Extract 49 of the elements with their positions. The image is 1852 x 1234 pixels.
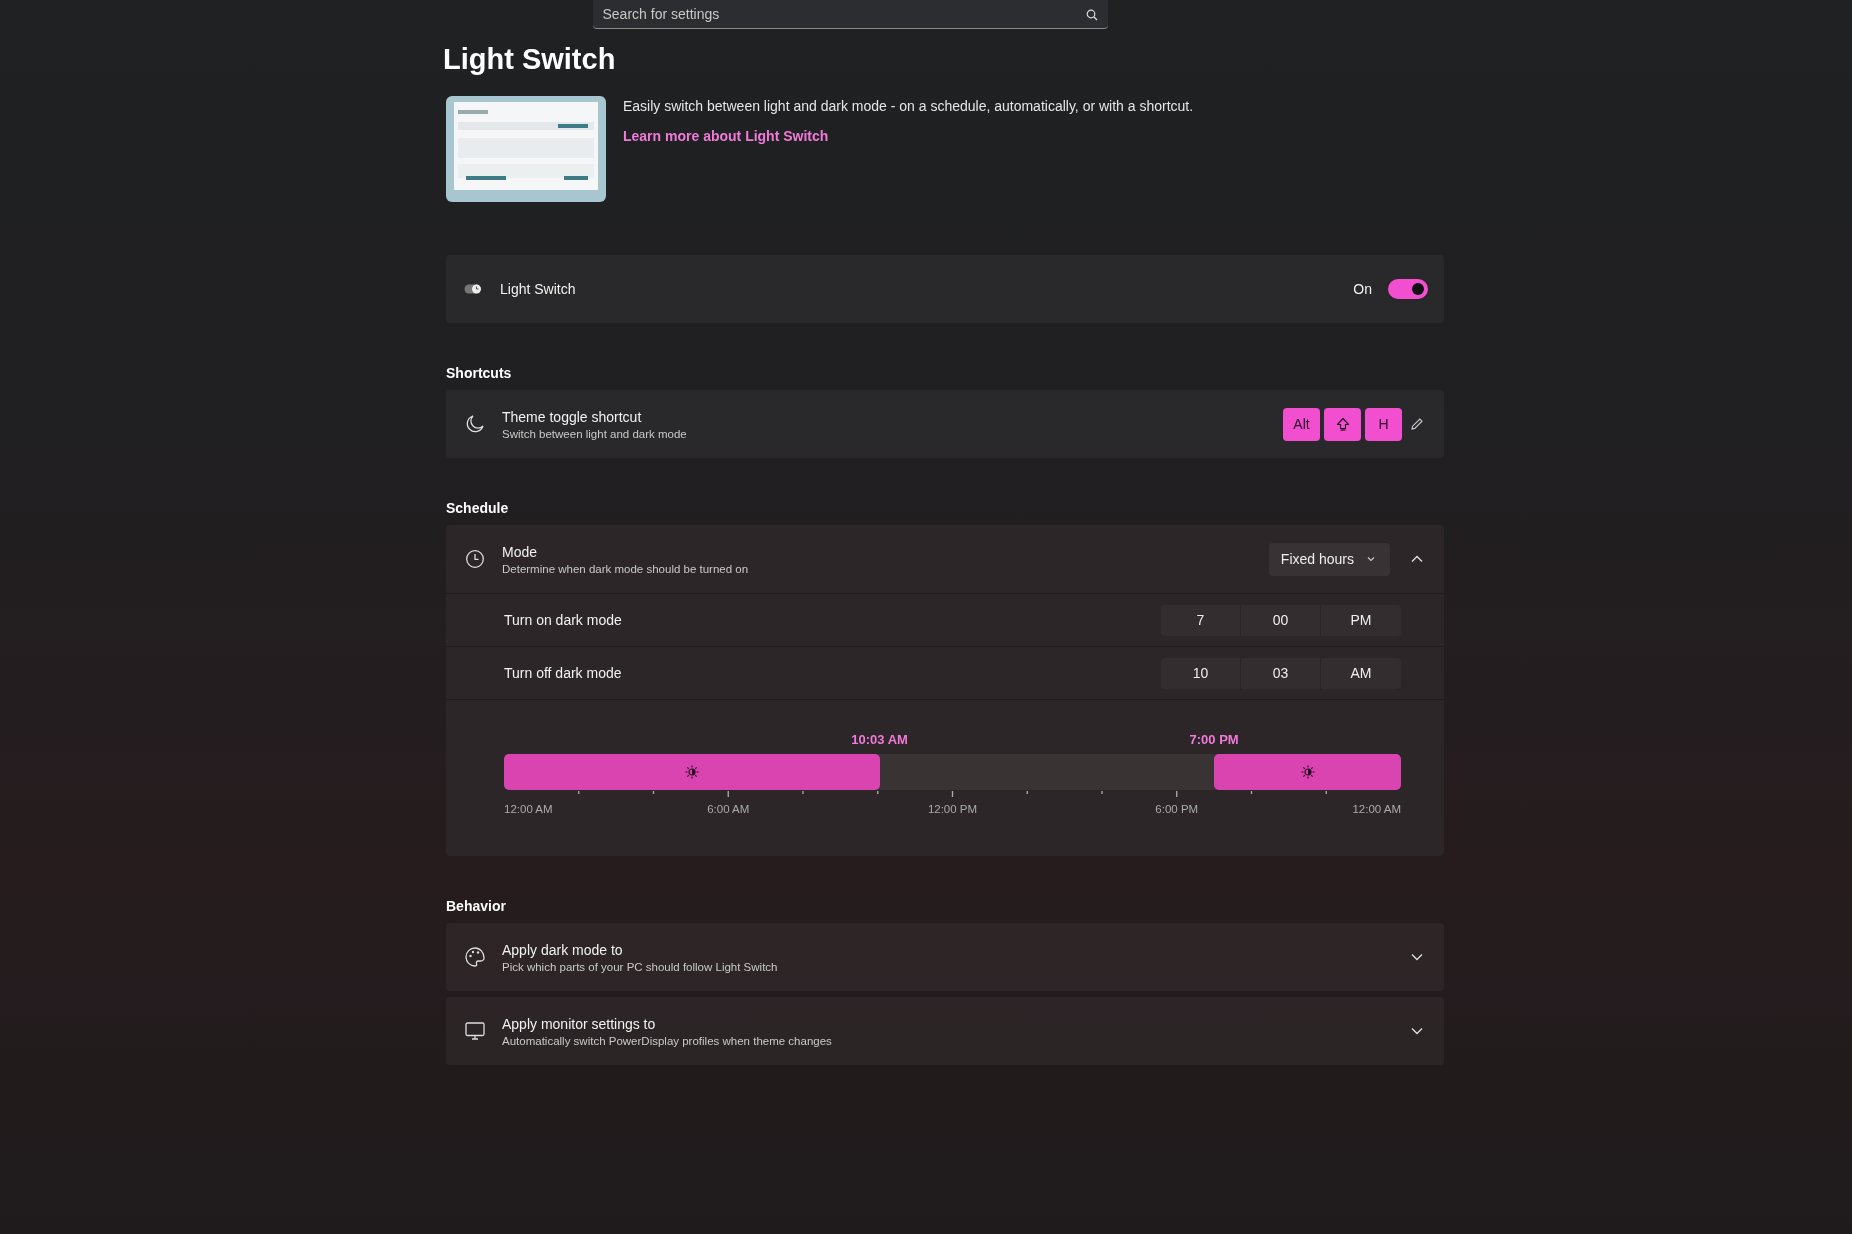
key-cap: H	[1365, 407, 1402, 441]
setting-description: Automatically switch PowerDisplay profiles when theme changes	[502, 1034, 833, 1047]
setting-title: Theme toggle shortcut	[502, 408, 643, 425]
chevron-down-icon	[1366, 554, 1376, 564]
mode-dropdown[interactable]: Fixed hours	[1268, 542, 1390, 576]
setting-title: Turn on dark mode	[504, 612, 623, 628]
period-field[interactable]: AM	[1321, 657, 1401, 689]
description-text: Easily switch between light and dark mode - on a schedule, automatically, or with a shortcut.	[623, 98, 1194, 114]
period-field[interactable]: PM	[1321, 604, 1401, 636]
time-picker[interactable]: 10 03 AM	[1161, 657, 1401, 689]
section-heading: Behavior	[446, 898, 507, 914]
hour-field[interactable]: 10	[1161, 657, 1241, 689]
minute-field[interactable]: 03	[1241, 657, 1321, 689]
search-icon	[1085, 9, 1098, 21]
key-cap: Alt	[1283, 407, 1320, 441]
shift-icon	[1335, 417, 1350, 431]
section-heading: Schedule	[446, 500, 510, 516]
time-marker: 7:00 PM	[1189, 732, 1239, 747]
toggle-state-label: On	[1353, 281, 1372, 297]
setting-description: Pick which parts of your PC should follow Light Switch	[502, 960, 779, 973]
sun-icon	[1300, 765, 1315, 779]
setting-description: Switch between light and dark mode	[502, 427, 688, 440]
axis-label: 12:00 PM	[927, 803, 978, 815]
toggle-clock-icon	[464, 283, 484, 295]
minute-field[interactable]: 00	[1241, 604, 1321, 636]
axis-label: 12:00 AM	[504, 803, 553, 815]
setting-title: Turn off dark mode	[504, 665, 623, 681]
sun-icon	[684, 765, 699, 779]
search-field[interactable]: Search for settings	[592, 0, 1108, 29]
setting-description: Determine when dark mode should be turned on	[502, 562, 750, 575]
learn-more-link[interactable]: Learn more about Light Switch	[623, 128, 1194, 144]
monitor-icon	[464, 1020, 486, 1042]
time-picker[interactable]: 7 00 PM	[1161, 604, 1401, 636]
setting-title: Apply monitor settings to	[502, 1015, 657, 1032]
clock-icon	[464, 548, 486, 570]
time-marker: 10:03 AM	[851, 732, 908, 747]
pencil-icon	[1410, 417, 1424, 431]
toggle-switch[interactable]	[1388, 279, 1428, 299]
page-title: Light Switch	[443, 43, 617, 76]
setting-title: Mode	[502, 543, 539, 560]
section-heading: Shortcuts	[446, 365, 513, 381]
axis-label: 6:00 PM	[1155, 803, 1199, 815]
setting-title: Light Switch	[500, 281, 577, 297]
axis-label: 12:00 AM	[1352, 803, 1401, 815]
palette-icon	[464, 946, 486, 968]
axis-label: 6:00 AM	[707, 803, 750, 815]
hour-field[interactable]: 7	[1161, 604, 1241, 636]
setting-title: Apply dark mode to	[502, 941, 624, 958]
moon-icon	[464, 413, 486, 435]
